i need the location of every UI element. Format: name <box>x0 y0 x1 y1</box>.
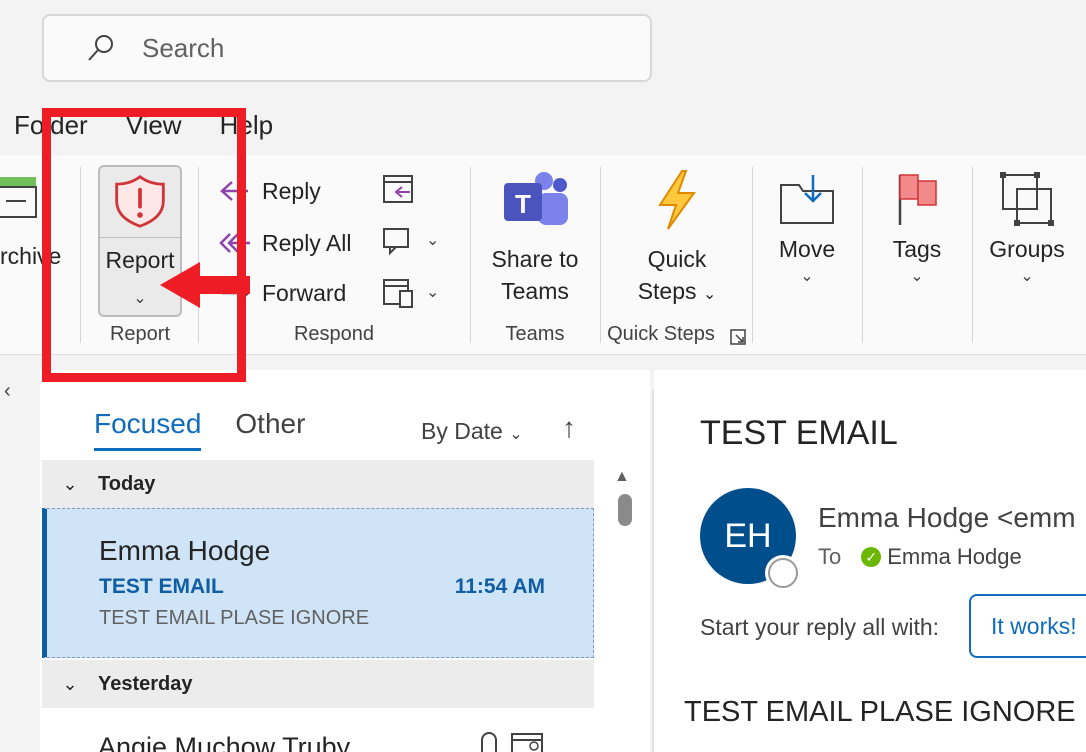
forward-label: Forward <box>262 279 347 306</box>
mail-time: 11:54 AM <box>454 575 545 598</box>
meeting-reply-button[interactable] <box>382 171 416 205</box>
dialog-launcher-icon[interactable] <box>730 329 746 345</box>
chat-icon <box>383 228 409 256</box>
suggested-reply-button[interactable]: It works! <box>969 594 1086 658</box>
move-label: Move <box>778 236 836 262</box>
reply-all-label: Reply All <box>262 229 352 256</box>
sender-name[interactable]: Emma Hodge <emm <box>818 502 1076 534</box>
list-item-selected[interactable]: Emma Hodge TEST EMAIL 11:54 AM TEST EMAI… <box>42 508 594 658</box>
svg-text:T: T <box>515 189 531 219</box>
flag-icon <box>898 174 937 225</box>
search-box[interactable]: Search <box>42 14 652 82</box>
chevron-down-icon: ⌄ <box>910 268 924 285</box>
group-label-quick-steps: Quick Steps <box>607 323 715 345</box>
tags-label: Tags <box>892 236 942 262</box>
tab-focused[interactable]: Focused <box>94 408 202 451</box>
chevron-down-icon: ⌄ <box>62 673 78 694</box>
inbox-tabs: Focused Other <box>94 408 305 451</box>
quick-steps-label-line2: Steps ⌄ <box>637 278 717 304</box>
search-placeholder: Search <box>142 32 225 63</box>
email-subject: TEST EMAIL <box>700 414 898 452</box>
scrollbar-thumb[interactable] <box>618 494 632 526</box>
collapse-pane-icon[interactable]: ‹ <box>4 380 11 403</box>
email-body: TEST EMAIL PLASE IGNORE <box>684 696 1076 728</box>
groups-label: Groups <box>989 236 1065 262</box>
mail-subject: TEST EMAIL <box>99 575 224 598</box>
move-folder-icon <box>780 175 834 224</box>
scroll-up-icon[interactable]: ▲ <box>614 468 630 486</box>
quick-steps-label-line1: Quick <box>647 246 707 272</box>
teams-icon: T <box>504 172 568 225</box>
share-to-teams-button[interactable]: T Share to Teams <box>482 165 588 307</box>
sort-dropdown[interactable]: By Date ⌄ <box>421 418 523 445</box>
chevron-down-icon: ⌄ <box>1020 268 1034 285</box>
to-label: To <box>818 544 842 569</box>
chevron-down-icon[interactable]: ⌄ <box>426 282 439 302</box>
presence-status-icon <box>768 558 798 588</box>
group-label-respond: Respond <box>293 323 375 345</box>
groups-button[interactable]: Groups ⌄ <box>982 165 1072 285</box>
attachment-icon <box>481 732 497 752</box>
chevron-down-icon: ⌄ <box>509 426 523 443</box>
suggested-reply-prompt: Start your reply all with: <box>700 614 940 640</box>
tab-other[interactable]: Other <box>235 408 305 451</box>
recipient-row: To ✓ Emma Hodge <box>818 544 1022 570</box>
group-header-today[interactable]: ⌄ Today <box>42 460 594 508</box>
lightning-icon <box>658 170 696 230</box>
im-reply-button[interactable]: ⌄ <box>382 223 439 257</box>
calendar-reply-icon <box>383 175 413 203</box>
groups-icon <box>1000 172 1054 226</box>
recipient-name[interactable]: Emma Hodge <box>887 544 1022 570</box>
chevron-down-icon: ⌄ <box>702 286 717 303</box>
teams-label-line1: Share to <box>491 246 579 272</box>
available-check-icon: ✓ <box>861 547 882 567</box>
reply-label: Reply <box>262 177 321 204</box>
sort-direction-icon[interactable]: ↑ <box>562 412 576 444</box>
archive-icon <box>0 177 37 218</box>
more-respond-button[interactable]: ⌄ <box>382 275 439 309</box>
chevron-down-icon[interactable]: ⌄ <box>426 230 439 250</box>
annotation-arrow-icon <box>160 262 250 308</box>
group-header-yesterday[interactable]: ⌄ Yesterday <box>42 660 594 708</box>
mail-sender: Angie Muchow Truby <box>98 732 351 752</box>
message-list: Focused Other By Date ⌄ ↑ ⌄ Today Emma H… <box>40 370 650 752</box>
calendar-phone-icon <box>383 279 413 308</box>
mail-sender: Emma Hodge <box>99 535 271 566</box>
annotation-highlight-box <box>42 108 246 382</box>
mail-preview: TEST EMAIL PLASE IGNORE <box>99 607 370 629</box>
quick-steps-button[interactable]: Quick Steps ⌄ <box>616 165 738 311</box>
reading-pane: TEST EMAIL EH Emma Hodge <emm To ✓ Emma … <box>654 370 1086 752</box>
search-icon <box>88 35 113 61</box>
teams-label-line2: Teams <box>501 278 569 304</box>
chevron-down-icon: ⌄ <box>62 473 78 494</box>
calendar-icon <box>511 733 543 752</box>
chevron-down-icon: ⌄ <box>800 268 814 285</box>
move-button[interactable]: Move ⌄ <box>762 165 852 285</box>
tags-button[interactable]: Tags ⌄ <box>872 165 962 285</box>
group-label-teams: Teams <box>505 323 565 345</box>
